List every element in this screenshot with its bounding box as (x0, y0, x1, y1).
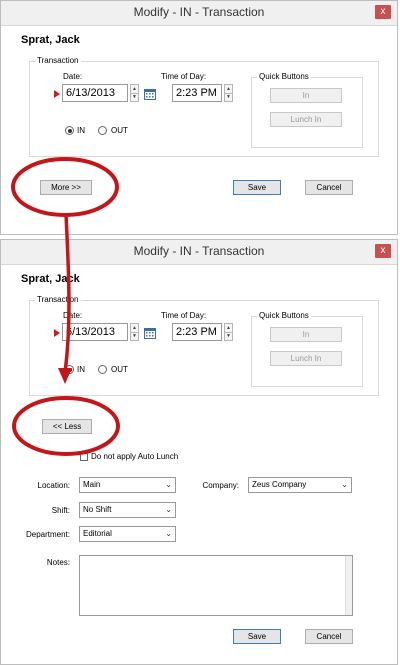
cancel-button[interactable]: Cancel (305, 629, 353, 644)
cancel-button[interactable]: Cancel (305, 180, 353, 195)
spin-down-icon[interactable]: ▼ (131, 332, 138, 340)
spin-down-icon[interactable]: ▼ (131, 93, 138, 101)
employee-name: Sprat, Jack (21, 34, 80, 46)
required-arrow-icon (54, 329, 60, 337)
shift-value: No Shift (83, 505, 112, 514)
location-select[interactable]: Main ⌄ (79, 477, 176, 493)
date-label: Date: (63, 311, 83, 320)
company-value: Zeus Company (252, 480, 307, 489)
window-title: Modify - IN - Transaction (133, 5, 265, 19)
notes-scrollbar[interactable] (345, 556, 352, 615)
radio-out-label: OUT (111, 126, 128, 135)
employee-name: Sprat, Jack (21, 273, 80, 285)
more-button[interactable]: More >> (40, 180, 92, 195)
radio-out-label: OUT (111, 365, 128, 374)
time-label: Time of Day: (161, 311, 207, 320)
chevron-down-icon: ⌄ (165, 529, 172, 538)
close-icon[interactable]: x (375, 244, 391, 258)
title-bar: Modify - IN - Transaction x (1, 1, 397, 26)
notes-label: Notes: (46, 558, 70, 567)
title-bar: Modify - IN - Transaction x (1, 240, 397, 265)
quick-lunch-in-button[interactable]: Lunch In (270, 351, 342, 366)
dialog-window-collapsed: Modify - IN - Transaction x Sprat, Jack … (0, 0, 398, 235)
dialog-window-expanded: Modify - IN - Transaction x Sprat, Jack … (0, 239, 398, 665)
location-value: Main (83, 480, 101, 489)
company-select[interactable]: Zeus Company ⌄ (248, 477, 352, 493)
time-label: Time of Day: (161, 72, 207, 81)
radio-out[interactable] (98, 365, 107, 374)
time-spinner[interactable]: ▲ ▼ (224, 323, 233, 341)
save-button[interactable]: Save (233, 629, 281, 644)
company-label: Company: (202, 481, 239, 490)
radio-in-label: IN (77, 126, 85, 135)
chevron-down-icon: ⌄ (165, 480, 172, 489)
radio-in[interactable] (65, 365, 74, 374)
shift-label: Shift: (51, 506, 70, 515)
calendar-icon[interactable] (144, 326, 156, 339)
radio-out[interactable] (98, 126, 107, 135)
transaction-legend: Transaction (35, 295, 81, 304)
radio-in[interactable] (65, 126, 74, 135)
less-button[interactable]: << Less (42, 419, 92, 434)
window-title: Modify - IN - Transaction (133, 244, 265, 258)
quick-lunch-in-button[interactable]: Lunch In (270, 112, 342, 127)
date-label: Date: (63, 72, 83, 81)
spin-down-icon[interactable]: ▼ (225, 93, 232, 101)
quick-in-button[interactable]: In (270, 327, 342, 342)
auto-lunch-checkbox[interactable] (80, 453, 88, 461)
department-select[interactable]: Editorial ⌄ (79, 526, 176, 542)
transaction-legend: Transaction (35, 56, 81, 65)
time-spinner[interactable]: ▲ ▼ (224, 84, 233, 102)
calendar-icon[interactable] (144, 87, 156, 100)
time-input[interactable]: 2:23 PM (172, 84, 222, 102)
save-button[interactable]: Save (233, 180, 281, 195)
chevron-down-icon: ⌄ (165, 505, 172, 514)
quick-buttons-legend: Quick Buttons (257, 311, 311, 320)
shift-select[interactable]: No Shift ⌄ (79, 502, 176, 518)
location-label: Location: (37, 481, 70, 490)
department-label: Department: (25, 530, 70, 539)
date-input[interactable]: 6/13/2013 (62, 84, 128, 102)
quick-in-button[interactable]: In (270, 88, 342, 103)
auto-lunch-label: Do not apply Auto Lunch (91, 452, 179, 461)
close-icon[interactable]: x (375, 5, 391, 19)
required-arrow-icon (54, 90, 60, 98)
spin-down-icon[interactable]: ▼ (225, 332, 232, 340)
date-input[interactable]: 6/13/2013 (62, 323, 128, 341)
notes-textarea[interactable] (79, 555, 353, 616)
radio-in-label: IN (77, 365, 85, 374)
time-input[interactable]: 2:23 PM (172, 323, 222, 341)
chevron-down-icon: ⌄ (341, 480, 348, 489)
department-value: Editorial (83, 529, 112, 538)
date-spinner[interactable]: ▲ ▼ (130, 84, 139, 102)
quick-buttons-legend: Quick Buttons (257, 72, 311, 81)
date-spinner[interactable]: ▲ ▼ (130, 323, 139, 341)
